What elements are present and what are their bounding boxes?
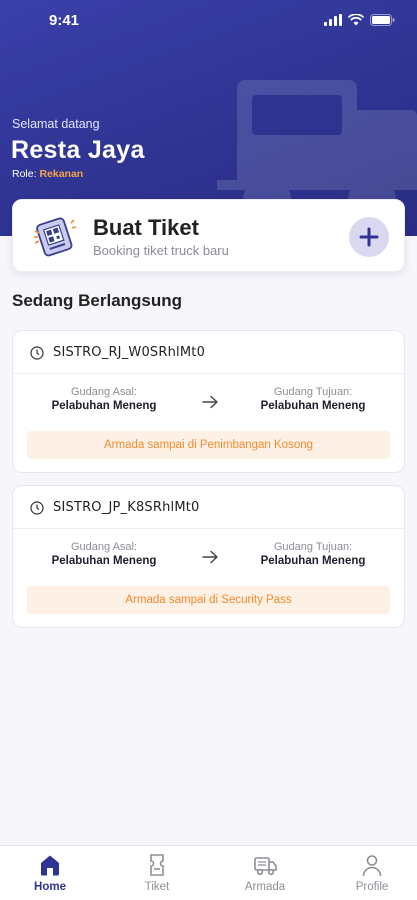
profile-icon [362,855,382,877]
origin-value: Pelabuhan Meneng [51,400,157,412]
destination-column: Gudang Tujuan: Pelabuhan Meneng [238,386,388,412]
nav-label-profile: Profile [355,881,389,893]
trip-card[interactable]: SISTRO_JP_K8SRhlMt0 Gudang Asal: Pelabuh… [12,485,405,628]
home-icon [41,855,59,876]
origin-column: Gudang Asal: Pelabuhan Meneng [29,541,179,567]
status-icons [324,14,395,26]
trip-card[interactable]: SISTRO_RJ_W0SRhlMt0 Gudang Asal: Pelabuh… [12,330,405,473]
bottom-navigation: Home Tiket Armada Profile [0,845,417,900]
trip-code: SISTRO_RJ_W0SRhlMt0 [53,345,206,360]
destination-value: Pelabuhan Meneng [260,555,366,567]
trip-code: SISTRO_JP_K8SRhlMt0 [53,500,200,515]
role-label: Role: [12,168,37,180]
plus-icon [359,227,379,247]
trip-card-header: SISTRO_JP_K8SRhlMt0 [13,486,404,529]
nav-item-armada[interactable]: Armada [225,852,305,893]
nav-label-home: Home [34,881,66,893]
origin-column: Gudang Asal: Pelabuhan Meneng [29,386,179,412]
clock-icon [30,501,44,515]
truck-icon [254,857,277,876]
battery-icon [370,14,395,26]
destination-label: Gudang Tujuan: [273,541,353,553]
nav-item-home[interactable]: Home [10,852,90,893]
status-time: 9:41 [49,12,80,29]
destination-value: Pelabuhan Meneng [260,400,366,412]
trip-status-badge: Armada sampai di Penimbangan Kosong [27,431,390,459]
role-line: Role: Rekanan [12,168,83,180]
create-ticket-card[interactable]: Buat Tiket Booking tiket truck baru [12,199,405,272]
signal-icon [324,14,342,26]
ticket-qr-icon [34,217,77,257]
nav-item-profile[interactable]: Profile [332,852,412,893]
arrow-right-icon [202,395,218,409]
destination-label: Gudang Tujuan: [273,386,353,398]
destination-column: Gudang Tujuan: Pelabuhan Meneng [238,541,388,567]
add-ticket-button[interactable] [349,217,389,257]
origin-label: Gudang Asal: [70,386,138,398]
origin-value: Pelabuhan Meneng [51,555,157,567]
section-title: Sedang Berlangsung [12,291,183,310]
role-value: Rekanan [39,168,84,180]
wifi-icon [348,14,364,26]
create-ticket-subtitle: Booking tiket truck baru [93,243,229,258]
nav-label-armada: Armada [244,881,286,893]
trip-card-header: SISTRO_RJ_W0SRhlMt0 [13,331,404,374]
welcome-text: Selamat datang [12,117,100,131]
trip-status-badge: Armada sampai di Security Pass [27,586,390,614]
origin-label: Gudang Asal: [70,541,138,553]
nav-label-tiket: Tiket [144,881,170,893]
nav-item-tiket[interactable]: Tiket [117,852,197,893]
clock-icon [30,346,44,360]
arrow-right-icon [202,550,218,564]
status-bar: 9:41 [0,0,417,44]
ticket-icon [150,854,164,876]
create-ticket-title: Buat Tiket [93,215,199,240]
user-name: Resta Jaya [11,136,145,164]
